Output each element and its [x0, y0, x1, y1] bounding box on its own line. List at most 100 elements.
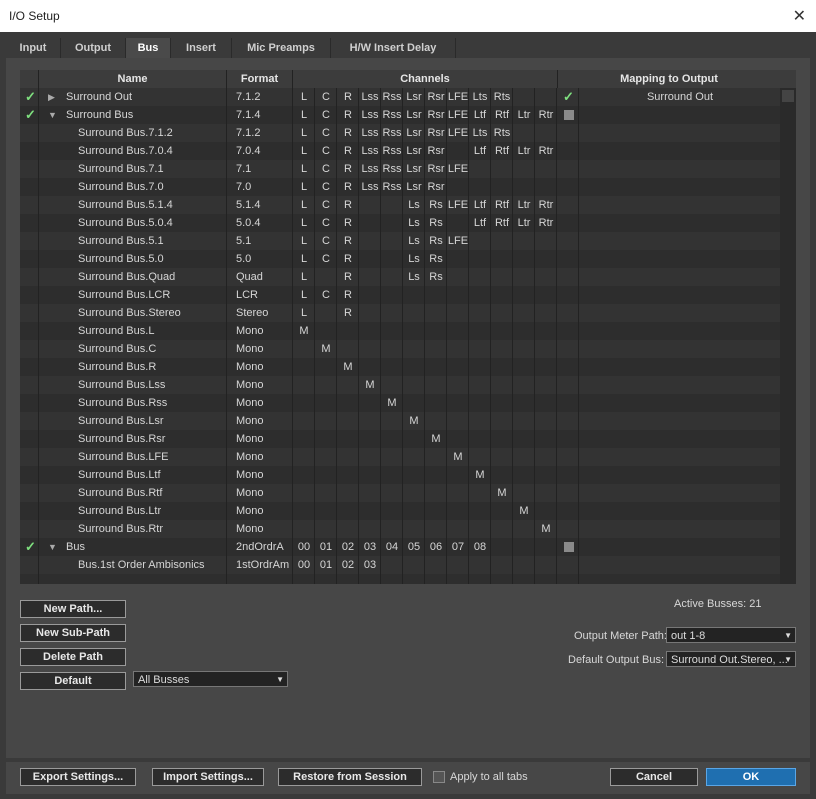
- channel-cell[interactable]: [535, 340, 557, 358]
- new-path-button[interactable]: New Path...: [20, 600, 126, 618]
- mapping-output[interactable]: [580, 214, 780, 232]
- channel-cell[interactable]: [447, 394, 469, 412]
- mapping-output[interactable]: [580, 520, 780, 538]
- channel-cell[interactable]: Rtf: [491, 142, 513, 160]
- channel-cell[interactable]: [359, 268, 381, 286]
- channel-cell[interactable]: [293, 376, 315, 394]
- channel-cell[interactable]: [315, 358, 337, 376]
- channel-cell[interactable]: [491, 304, 513, 322]
- channel-cell[interactable]: [513, 358, 535, 376]
- channel-cell[interactable]: M: [447, 448, 469, 466]
- enable-check-icon[interactable]: [25, 250, 39, 268]
- channel-cell[interactable]: [535, 376, 557, 394]
- channel-cell[interactable]: [293, 430, 315, 448]
- channel-cell[interactable]: [491, 466, 513, 484]
- channel-cell[interactable]: M: [381, 394, 403, 412]
- channel-cell[interactable]: [425, 322, 447, 340]
- channel-cell[interactable]: [469, 430, 491, 448]
- channel-cell[interactable]: L: [293, 232, 315, 250]
- channel-cell[interactable]: [425, 358, 447, 376]
- mapping-output[interactable]: [580, 502, 780, 520]
- channel-cell[interactable]: [381, 232, 403, 250]
- channel-cell[interactable]: 07: [447, 538, 469, 556]
- channel-cell[interactable]: [381, 286, 403, 304]
- table-row[interactable]: Surround Bus.Rsr Mono M: [20, 430, 780, 448]
- channel-cell[interactable]: L: [293, 196, 315, 214]
- channel-cell[interactable]: [513, 124, 535, 142]
- channel-cell[interactable]: C: [315, 142, 337, 160]
- channel-cell[interactable]: [491, 340, 513, 358]
- channel-cell[interactable]: LFE: [447, 232, 469, 250]
- enable-check-icon[interactable]: [25, 232, 39, 250]
- enable-check-icon[interactable]: [25, 412, 39, 430]
- enable-check-icon[interactable]: [25, 430, 39, 448]
- mapping-output[interactable]: [580, 340, 780, 358]
- mapping-output[interactable]: [580, 430, 780, 448]
- channel-cell[interactable]: Rtf: [491, 106, 513, 124]
- channel-cell[interactable]: [491, 160, 513, 178]
- channel-cell[interactable]: [513, 520, 535, 538]
- channel-cell[interactable]: [447, 484, 469, 502]
- table-row[interactable]: ✓ ▼ Bus 2ndOrdrA 00 01 02 03 04 05 06 07 08: [20, 538, 780, 556]
- channel-cell[interactable]: [381, 502, 403, 520]
- enable-check-icon[interactable]: [25, 484, 39, 502]
- channel-cell[interactable]: R: [337, 286, 359, 304]
- table-row[interactable]: ✓ ▼ Surround Bus 7.1.4 L C R Lss Rss Lsr Rsr LFE Ltf…: [20, 106, 780, 124]
- channel-cell[interactable]: [293, 394, 315, 412]
- channel-cell[interactable]: [491, 448, 513, 466]
- channel-cell[interactable]: [315, 430, 337, 448]
- channel-cell[interactable]: [425, 394, 447, 412]
- enable-check-icon[interactable]: ✓: [25, 538, 39, 556]
- channel-cell[interactable]: Lss: [359, 106, 381, 124]
- channel-cell[interactable]: [491, 178, 513, 196]
- channel-cell[interactable]: [491, 250, 513, 268]
- channel-cell[interactable]: [381, 466, 403, 484]
- scrollbar-thumb[interactable]: [782, 90, 794, 102]
- channel-cell[interactable]: Rsr: [425, 106, 447, 124]
- channel-cell[interactable]: [535, 322, 557, 340]
- channel-cell[interactable]: [535, 286, 557, 304]
- channel-cell[interactable]: [381, 520, 403, 538]
- channel-cell[interactable]: [513, 412, 535, 430]
- cancel-button[interactable]: Cancel: [610, 768, 698, 786]
- channel-cell[interactable]: C: [315, 106, 337, 124]
- enable-check-icon[interactable]: [25, 358, 39, 376]
- collapse-arrow-icon[interactable]: ▼: [48, 106, 60, 124]
- channel-cell[interactable]: Rtr: [535, 196, 557, 214]
- channel-cell[interactable]: [403, 376, 425, 394]
- collapse-arrow-icon[interactable]: ▼: [48, 538, 60, 556]
- mapping-output[interactable]: [580, 376, 780, 394]
- delete-path-button[interactable]: Delete Path: [20, 648, 126, 666]
- table-row[interactable]: Surround Bus.5.1.4 5.1.4 L C R Ls Rs LFE Ltf Rtf L…: [20, 196, 780, 214]
- channel-cell[interactable]: [469, 160, 491, 178]
- channel-cell[interactable]: [513, 250, 535, 268]
- enable-check-icon[interactable]: [25, 304, 39, 322]
- channel-cell[interactable]: L: [293, 160, 315, 178]
- channel-cell[interactable]: [469, 322, 491, 340]
- tab-hw-insert-delay[interactable]: H/W Insert Delay: [331, 38, 456, 58]
- mapping-output[interactable]: [580, 412, 780, 430]
- channel-cell[interactable]: [535, 178, 557, 196]
- channel-cell[interactable]: Rs: [425, 214, 447, 232]
- channel-cell[interactable]: [315, 466, 337, 484]
- channel-cell[interactable]: [447, 286, 469, 304]
- channel-cell[interactable]: C: [315, 178, 337, 196]
- channel-cell[interactable]: [491, 394, 513, 412]
- channel-cell[interactable]: [513, 232, 535, 250]
- table-row[interactable]: Surround Bus.5.1 5.1 L C R Ls Rs LFE: [20, 232, 780, 250]
- channel-cell[interactable]: [535, 124, 557, 142]
- table-row[interactable]: Surround Bus.LFE Mono M: [20, 448, 780, 466]
- table-row[interactable]: Surround Bus.Ltf Mono M: [20, 466, 780, 484]
- enable-check-icon[interactable]: [25, 268, 39, 286]
- channel-cell[interactable]: [359, 448, 381, 466]
- bus-name[interactable]: Surround Bus.7.0: [78, 178, 228, 196]
- channel-cell[interactable]: R: [337, 232, 359, 250]
- channel-cell[interactable]: [403, 322, 425, 340]
- channel-cell[interactable]: Rs: [425, 250, 447, 268]
- channel-cell[interactable]: [491, 376, 513, 394]
- channel-cell[interactable]: [359, 466, 381, 484]
- channel-cell[interactable]: [293, 484, 315, 502]
- channel-cell[interactable]: Rts: [491, 88, 513, 106]
- tab-output[interactable]: Output: [61, 38, 126, 58]
- channel-cell[interactable]: Lss: [359, 142, 381, 160]
